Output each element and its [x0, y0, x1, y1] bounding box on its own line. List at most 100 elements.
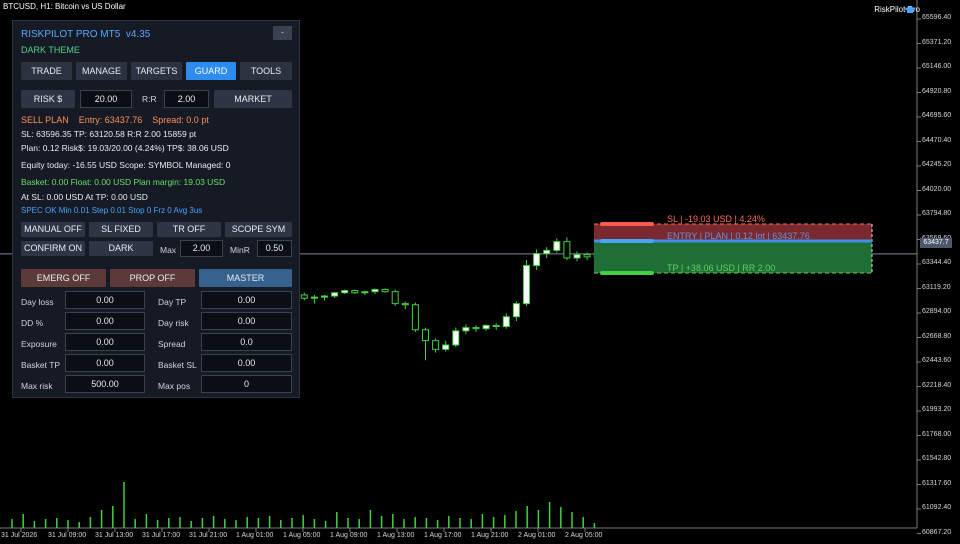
price-label: 63344.40: [922, 259, 952, 266]
grid-label: Day TP: [158, 297, 187, 307]
market-button[interactable]: MARKET: [214, 90, 292, 108]
candle-body: [512, 303, 520, 318]
candle-body: [300, 294, 308, 299]
time-label: 1 Aug 09:00: [330, 532, 368, 539]
time-label: 31 Jul 2026: [1, 532, 38, 539]
price-label: 65146.00: [922, 63, 952, 70]
price-label: 64920.80: [922, 87, 952, 95]
time-label: 31 Jul 13:00: [95, 532, 134, 539]
plan-title: SELL PLAN: [21, 115, 69, 125]
candle-body: [321, 295, 328, 298]
sl-fixed-button[interactable]: SL FIXED: [89, 222, 153, 237]
at-sl-tp-line: At SL: 0.00 USD At TP: 0.00 USD: [21, 192, 148, 202]
time-label: 31 Jul 09:00: [48, 532, 87, 539]
time-label: 2 Aug 05:00: [565, 532, 603, 539]
dark-theme-button[interactable]: DARK: [89, 241, 153, 256]
price-label: 61993.20: [922, 406, 952, 413]
basket-sl-input[interactable]: 0.00: [201, 354, 292, 372]
price-label: 62668.80: [922, 332, 952, 340]
exposure-input[interactable]: 0.00: [65, 333, 145, 351]
rr-label: R:R: [142, 94, 157, 104]
minimize-button[interactable]: -: [273, 26, 292, 40]
entry-line-label: ENTRY | PLAN | 0.12 lot | 63437.76: [667, 231, 810, 241]
candle-body: [391, 291, 399, 305]
trailing-button[interactable]: TR OFF: [157, 222, 221, 237]
graduation-cap-icon: [904, 6, 916, 13]
grid-label: Basket TP: [21, 360, 61, 370]
tab-targets[interactable]: TARGETS: [131, 62, 182, 80]
sl-line-label: SL | -19.03 USD | 4.24%: [667, 214, 765, 224]
price-label: 60867.20: [922, 528, 952, 536]
max-input[interactable]: 2.00: [180, 240, 223, 257]
plan-line: Plan: 0.12 Risk$: 19.03/20.00 (4.24%) TP…: [21, 143, 229, 153]
emergency-button[interactable]: EMERG OFF: [21, 269, 106, 287]
candle-body: [563, 241, 571, 259]
candle-body: [543, 249, 551, 255]
time-label: 1 Aug 05:00: [283, 532, 321, 539]
scope-button[interactable]: SCOPE SYM: [225, 222, 292, 237]
candle-body: [502, 316, 510, 327]
grid-label: Spread: [158, 339, 186, 349]
dd-input[interactable]: 0.00: [65, 312, 145, 330]
confirm-button[interactable]: CONFIRM ON: [21, 241, 85, 256]
spec-line: SPEC OK Min 0.01 Step 0.01 Stop 0 Frz 0 …: [21, 206, 203, 215]
grid-label: Day risk: [158, 318, 189, 328]
price-label: 64695.60: [922, 112, 952, 119]
theme-label: DARK THEME: [21, 45, 80, 55]
tab-tools[interactable]: TOOLS: [240, 62, 292, 80]
time-label: 1 Aug 13:00: [377, 532, 415, 539]
tab-guard[interactable]: GUARD: [186, 62, 236, 80]
price-label: 64245.20: [922, 161, 952, 168]
candle-body: [411, 304, 419, 331]
manual-button[interactable]: MANUAL OFF: [21, 222, 85, 237]
sl-tp-line: SL: 63596.35 TP: 63120.58 R:R 2.00 15859…: [21, 129, 197, 139]
grid-label: Day loss: [21, 297, 54, 307]
price-label: 61768.00: [922, 430, 952, 438]
minr-input[interactable]: 0.50: [257, 240, 292, 257]
plan-summary: SELL PLAN Entry: 63437.76 Spread: 0.0 pt: [21, 115, 209, 125]
candle-body: [361, 291, 369, 294]
day-risk-input[interactable]: 0.00: [201, 312, 292, 330]
tab-manage[interactable]: MANAGE: [76, 62, 127, 80]
candle-body: [432, 340, 440, 350]
candle-body: [442, 344, 450, 350]
price-label: 62443.60: [922, 357, 952, 364]
candle-body: [401, 303, 409, 306]
candle-body: [452, 330, 460, 346]
current-price-badge: 63437.7: [920, 238, 952, 248]
candle-body: [310, 296, 318, 299]
grid-label: DD %: [21, 318, 44, 328]
master-button[interactable]: MASTER: [199, 269, 292, 287]
candle-body: [482, 324, 490, 330]
candle-body: [533, 253, 541, 267]
price-label: 61317.60: [922, 479, 952, 487]
candle-body: [553, 241, 561, 251]
price-label: 62894.00: [922, 308, 952, 315]
time-label: 1 Aug 21:00: [471, 532, 509, 539]
price-label: 61542.80: [922, 455, 952, 462]
tp-line-label: TP | +38.06 USD | RR 2.00: [667, 263, 776, 273]
symbol-label: BTCUSD, H1: Bitcoin vs US Dollar: [3, 2, 126, 11]
time-label: 2 Aug 01:00: [518, 532, 556, 539]
candle-body: [492, 324, 500, 327]
candle-body: [371, 289, 379, 293]
max-pos-input[interactable]: 0: [201, 375, 292, 393]
spread-input[interactable]: 0.0: [201, 333, 292, 351]
risk-button[interactable]: RISK $: [21, 90, 75, 108]
time-label: 31 Jul 21:00: [189, 532, 228, 539]
basket-tp-input[interactable]: 0.00: [65, 354, 145, 372]
grid-label: Max risk: [21, 381, 53, 391]
day-tp-input[interactable]: 0.00: [201, 291, 292, 309]
risk-input[interactable]: 20.00: [80, 90, 132, 108]
tab-trade[interactable]: TRADE: [21, 62, 72, 80]
minr-label: MinR: [230, 245, 250, 255]
candle-body: [523, 265, 530, 305]
rr-input[interactable]: 2.00: [164, 90, 209, 108]
day-loss-input[interactable]: 0.00: [65, 291, 145, 309]
prop-button[interactable]: PROP OFF: [110, 269, 195, 287]
candle-body: [422, 329, 429, 342]
price-label: 61092.40: [922, 504, 952, 511]
price-label: 63794.80: [922, 210, 952, 217]
max-label: Max: [160, 245, 177, 255]
max-risk-input[interactable]: 500.00: [65, 375, 145, 393]
